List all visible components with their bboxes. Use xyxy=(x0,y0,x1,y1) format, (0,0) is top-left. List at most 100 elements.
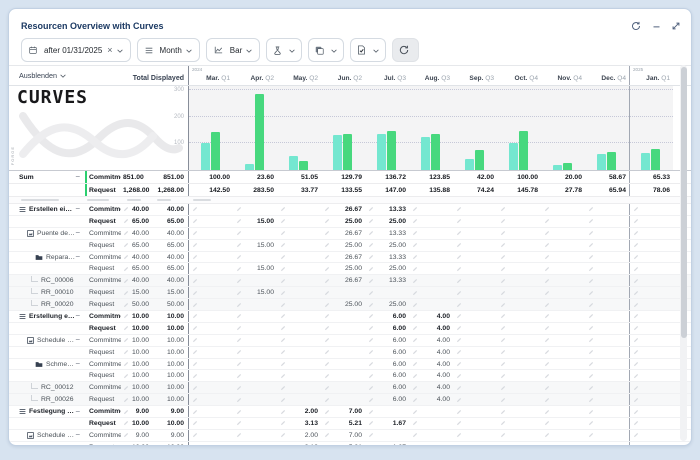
bar-commitment[interactable] xyxy=(289,156,298,170)
month-cell[interactable] xyxy=(541,430,585,441)
edit-icon[interactable] xyxy=(500,242,506,248)
table-row[interactable]: Request10.0010.006.004.00 xyxy=(9,323,691,335)
month-cell[interactable] xyxy=(453,204,497,215)
edit-icon[interactable] xyxy=(412,325,418,331)
month-cell[interactable]: 25.00 xyxy=(321,216,365,227)
month-cell[interactable] xyxy=(497,406,541,417)
edit-icon[interactable] xyxy=(412,432,418,438)
edit-icon[interactable] xyxy=(123,349,129,355)
month-cell[interactable] xyxy=(541,275,585,286)
month-cell[interactable] xyxy=(189,335,233,346)
month-cell[interactable] xyxy=(321,370,365,381)
month-cell[interactable] xyxy=(541,335,585,346)
month-cell[interactable] xyxy=(497,418,541,429)
vertical-scrollbar[interactable] xyxy=(680,65,687,441)
tree-cell[interactable] xyxy=(9,216,85,227)
bar-request[interactable] xyxy=(255,94,264,170)
month-cell[interactable] xyxy=(321,347,365,358)
edit-icon[interactable] xyxy=(324,254,330,260)
month-cell[interactable] xyxy=(541,323,585,334)
tree-cell[interactable]: Erstellen eines ...− xyxy=(9,204,85,215)
month-cell[interactable] xyxy=(277,240,321,251)
month-header[interactable]: May. Q2 xyxy=(277,66,321,85)
table-row[interactable]: Request10.0010.006.004.00 xyxy=(9,347,691,359)
total-cell[interactable]: 10.00 xyxy=(121,335,151,346)
month-cell[interactable] xyxy=(233,418,277,429)
edit-icon[interactable] xyxy=(456,373,462,379)
edit-icon[interactable] xyxy=(280,313,286,319)
tree-cell[interactable]: RR_00026 xyxy=(9,394,85,405)
total-cell[interactable]: 10.00 xyxy=(121,370,151,381)
edit-icon[interactable] xyxy=(368,420,374,426)
edit-icon[interactable] xyxy=(368,361,374,367)
edit-icon[interactable] xyxy=(500,325,506,331)
month-cell[interactable] xyxy=(189,430,233,441)
month-cell[interactable] xyxy=(629,442,673,446)
month-cell[interactable] xyxy=(629,263,673,274)
month-cell[interactable] xyxy=(189,228,233,239)
edit-icon[interactable] xyxy=(280,337,286,343)
month-cell[interactable] xyxy=(189,216,233,227)
month-cell[interactable] xyxy=(453,216,497,227)
month-cell[interactable] xyxy=(453,252,497,263)
month-cell[interactable] xyxy=(277,287,321,298)
bar-request[interactable] xyxy=(651,149,660,170)
edit-icon[interactable] xyxy=(192,432,198,438)
month-cell[interactable] xyxy=(541,263,585,274)
tree-cell[interactable] xyxy=(9,184,85,196)
month-cell[interactable] xyxy=(497,240,541,251)
tree-cell[interactable]: Sum− xyxy=(9,171,85,183)
edit-icon[interactable] xyxy=(324,313,330,319)
edit-icon[interactable] xyxy=(588,397,594,403)
edit-icon[interactable] xyxy=(456,290,462,296)
chart-type-button[interactable]: Bar xyxy=(206,38,260,62)
edit-icon[interactable] xyxy=(236,432,242,438)
tree-cell[interactable] xyxy=(9,370,85,381)
month-cell[interactable] xyxy=(453,287,497,298)
month-cell[interactable] xyxy=(629,347,673,358)
edit-icon[interactable] xyxy=(456,218,462,224)
month-cell[interactable] xyxy=(321,287,365,298)
edit-icon[interactable] xyxy=(412,313,418,319)
table-row[interactable]: Reparatur ...−Commitment40.0040.0026.671… xyxy=(9,252,691,264)
collapse-icon[interactable]: − xyxy=(75,360,80,368)
total-cell[interactable]: 10.00 xyxy=(121,359,151,370)
table-row[interactable]: RC_00006Commitment40.0040.0026.6713.33 xyxy=(9,275,691,287)
edit-icon[interactable] xyxy=(456,397,462,403)
edit-icon[interactable] xyxy=(633,337,639,343)
edit-icon[interactable] xyxy=(412,302,418,308)
month-cell[interactable] xyxy=(277,359,321,370)
edit-icon[interactable] xyxy=(456,349,462,355)
edit-icon[interactable] xyxy=(456,385,462,391)
layers-menu-button[interactable] xyxy=(308,38,344,62)
edit-icon[interactable] xyxy=(192,313,198,319)
month-cell[interactable] xyxy=(585,263,629,274)
edit-icon[interactable] xyxy=(324,373,330,379)
month-cell[interactable] xyxy=(365,287,409,298)
edit-icon[interactable] xyxy=(412,206,418,212)
tree-cell[interactable]: Festlegung der ...− xyxy=(9,406,85,417)
month-cell[interactable] xyxy=(453,347,497,358)
month-cell[interactable] xyxy=(585,240,629,251)
month-cell[interactable] xyxy=(497,347,541,358)
month-cell[interactable] xyxy=(541,347,585,358)
edit-icon[interactable] xyxy=(280,218,286,224)
edit-icon[interactable] xyxy=(324,230,330,236)
month-cell[interactable] xyxy=(497,382,541,393)
edit-icon[interactable] xyxy=(500,397,506,403)
table-row[interactable]: RR_00010Request15.0015.0015.00 xyxy=(9,287,691,299)
month-cell[interactable] xyxy=(277,382,321,393)
clear-filter-icon[interactable]: × xyxy=(107,45,112,55)
month-cell[interactable] xyxy=(497,442,541,446)
month-cell[interactable] xyxy=(453,263,497,274)
edit-icon[interactable] xyxy=(236,409,242,415)
edit-icon[interactable] xyxy=(633,420,639,426)
edit-icon[interactable] xyxy=(633,206,639,212)
month-cell[interactable] xyxy=(497,359,541,370)
month-cell[interactable] xyxy=(541,442,585,446)
edit-icon[interactable] xyxy=(500,444,506,446)
month-cell[interactable] xyxy=(277,252,321,263)
month-cell[interactable]: 13.33 xyxy=(365,204,409,215)
edit-icon[interactable] xyxy=(544,373,550,379)
edit-icon[interactable] xyxy=(588,278,594,284)
